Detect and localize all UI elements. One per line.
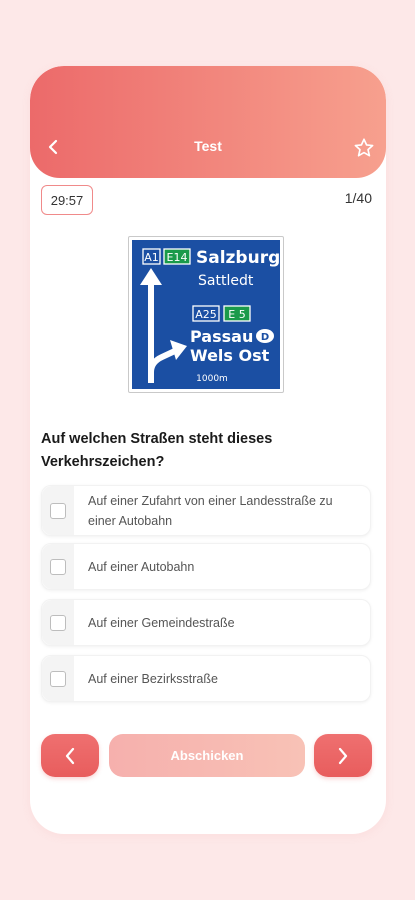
chevron-right-icon	[338, 747, 348, 764]
answer-label: Auf einer Autobahn	[88, 559, 195, 574]
traffic-sign: A1 E14 Salzburg Sattledt A25 E 5 Passau …	[132, 240, 280, 389]
answer-checkbox[interactable]	[50, 502, 66, 519]
sign-country-label: D	[261, 332, 269, 343]
quiz-card: Test 29:57 1/40 A1 E14 Salzburg Sattledt…	[30, 66, 386, 834]
answer-option-2[interactable]: Auf einer Autobahn	[41, 543, 371, 590]
header-bar: Test	[30, 66, 386, 178]
answer-option-3[interactable]: Auf einer Gemeindestraße	[41, 599, 371, 646]
sign-distance: 1000m	[196, 374, 228, 384]
question-counter: 1/40	[344, 190, 372, 206]
answer-label: Auf einer Zufahrt von einer Landesstraße…	[88, 493, 333, 528]
answer-checkbox[interactable]	[50, 670, 66, 687]
next-button[interactable]	[314, 734, 372, 777]
page-title: Test	[194, 138, 222, 154]
sign-badge-e5-label: E 5	[228, 308, 245, 321]
star-outline-icon	[354, 138, 374, 157]
answer-label: Auf einer Bezirksstraße	[88, 671, 218, 686]
answer-option-1[interactable]: Auf einer Zufahrt von einer Landesstraße…	[41, 485, 371, 536]
sign-badge-a25-label: A25	[195, 308, 217, 321]
sign-badge-a1-label: A1	[144, 251, 159, 264]
sign-city-salzburg: Salzburg	[196, 248, 280, 268]
answer-checkbox[interactable]	[50, 614, 66, 631]
submit-button[interactable]: Abschicken	[109, 734, 305, 777]
sign-city-passau: Passau	[190, 327, 253, 346]
answer-checkbox[interactable]	[50, 558, 66, 575]
previous-button[interactable]	[41, 734, 99, 777]
sign-city-wels-ost: Wels Ost	[190, 346, 270, 365]
answer-label: Auf einer Gemeindestraße	[88, 615, 235, 630]
chevron-left-icon	[65, 747, 75, 764]
timer: 29:57	[41, 185, 93, 215]
traffic-sign-image: A1 E14 Salzburg Sattledt A25 E 5 Passau …	[128, 236, 284, 393]
sign-badge-e14-label: E14	[167, 251, 188, 264]
favorite-button[interactable]	[352, 136, 376, 160]
sign-city-sattledt: Sattledt	[198, 273, 254, 289]
question-text: Auf welchen Straßen steht dieses Verkehr…	[41, 431, 273, 470]
exit-arrow-icon	[148, 340, 187, 373]
answer-option-4[interactable]: Auf einer Bezirksstraße	[41, 655, 371, 702]
